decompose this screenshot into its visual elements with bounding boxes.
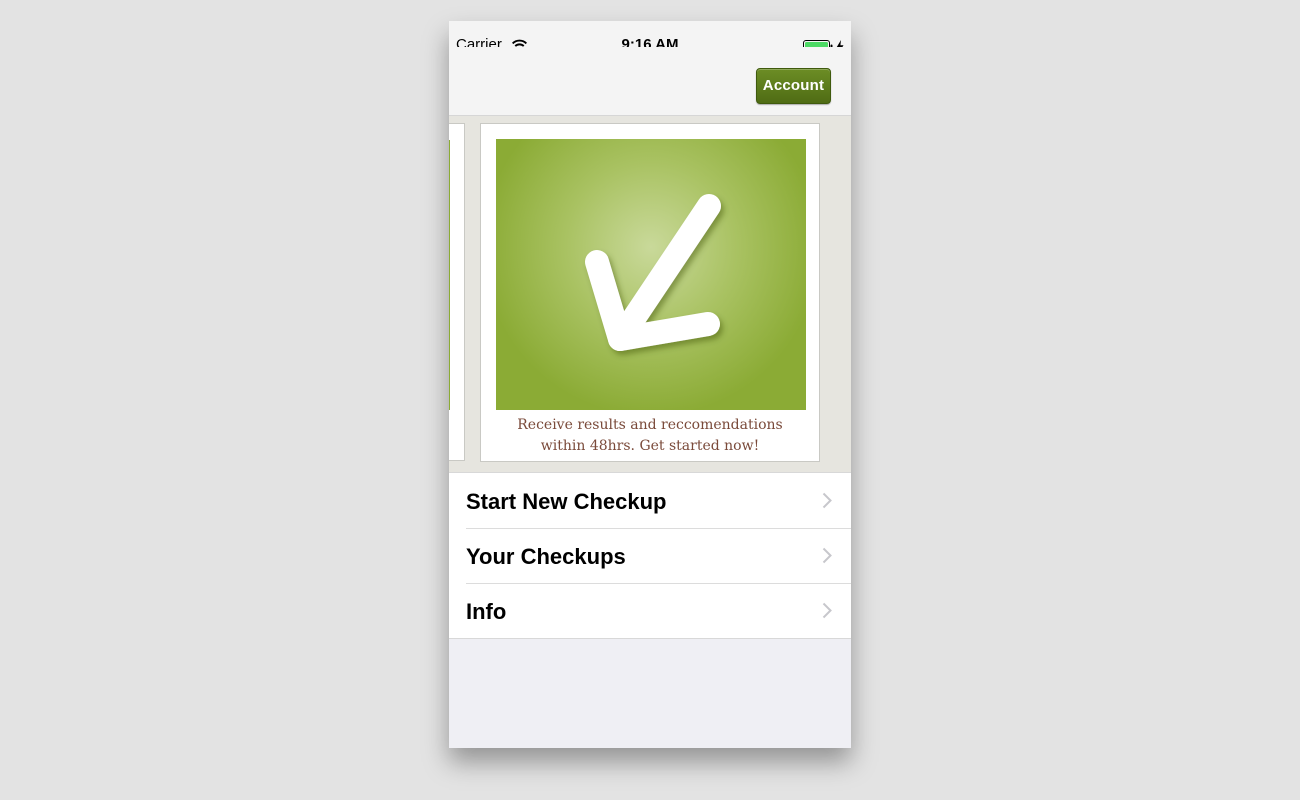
phone-screen: Carrier 9:16 AM Account Receive results … xyxy=(449,21,851,748)
menu-item-start-new-checkup[interactable]: Start New Checkup xyxy=(449,473,851,528)
menu-item-your-checkups[interactable]: Your Checkups xyxy=(449,528,851,583)
main-menu: Start New Checkup Your Checkups Info xyxy=(449,472,851,639)
card-caption: Receive results and reccomendations with… xyxy=(481,415,819,457)
previous-carousel-card[interactable] xyxy=(449,123,465,461)
menu-item-label: Info xyxy=(466,599,507,624)
checkmark-icon xyxy=(585,194,721,351)
chevron-right-icon xyxy=(822,547,832,564)
chevron-right-icon xyxy=(822,492,832,509)
chevron-right-icon xyxy=(822,602,832,619)
menu-item-info[interactable]: Info xyxy=(449,583,851,638)
menu-item-label: Your Checkups xyxy=(466,544,626,569)
menu-item-label: Start New Checkup xyxy=(466,489,667,514)
status-bar: Carrier 9:16 AM xyxy=(449,21,851,54)
image-carousel[interactable]: Receive results and reccomendations with… xyxy=(449,116,851,472)
carousel-card[interactable]: Receive results and reccomendations with… xyxy=(480,123,820,462)
navigation-bar: Account xyxy=(449,47,851,116)
previous-card-image xyxy=(449,140,450,410)
caption-line-1: Receive results and reccomendations xyxy=(517,417,783,433)
account-button[interactable]: Account xyxy=(756,68,831,104)
card-image xyxy=(496,139,806,410)
caption-line-2: within 48hrs. Get started now! xyxy=(540,438,760,454)
